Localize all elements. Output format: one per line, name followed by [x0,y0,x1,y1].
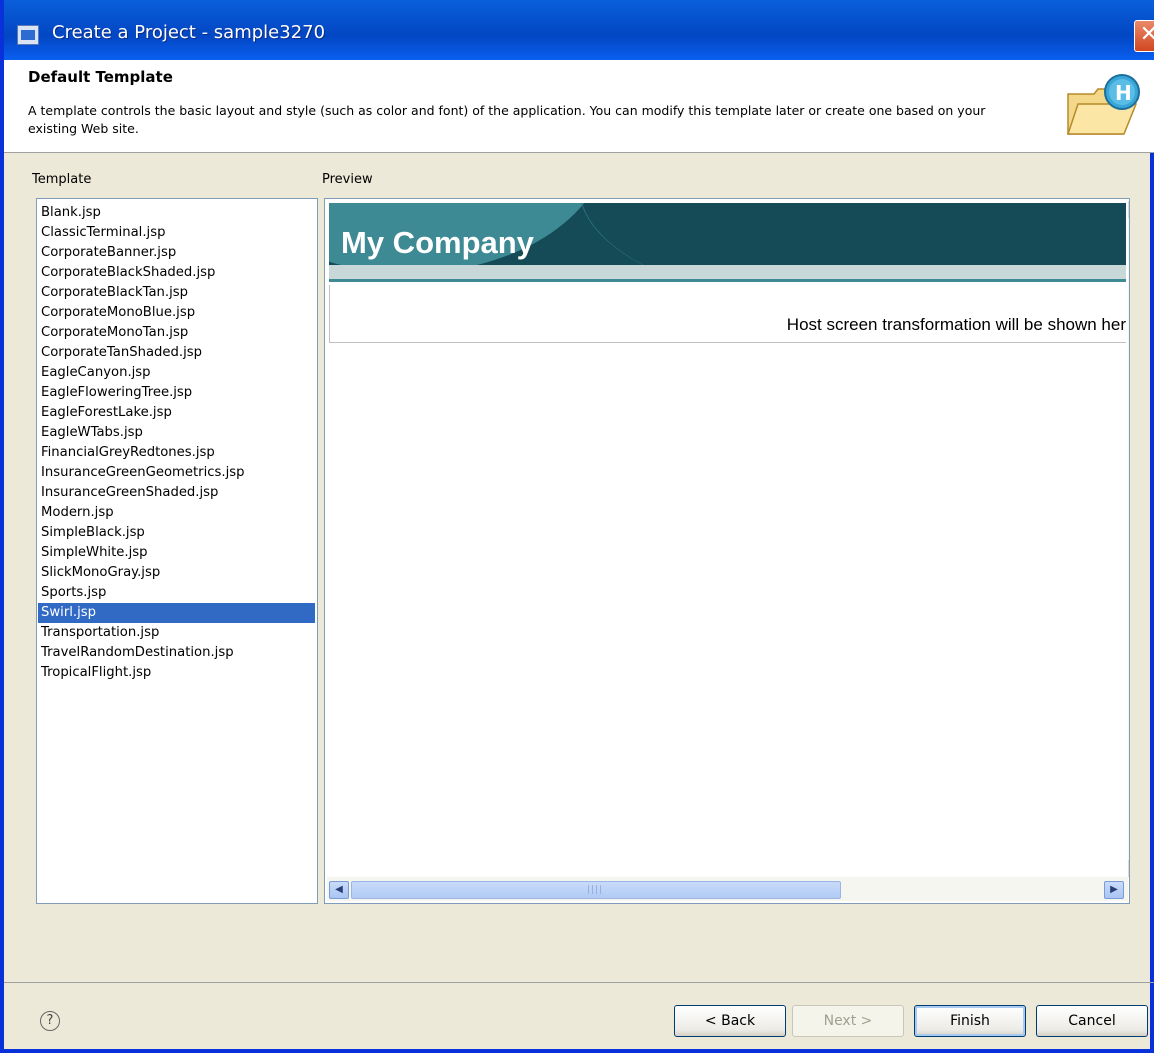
dialog-window: Create a Project - sample3270 ✕ Default … [0,0,1154,1053]
list-item[interactable]: CorporateBlackTan.jsp [38,283,315,303]
list-item[interactable]: ClassicTerminal.jsp [38,223,315,243]
svg-text:H: H [1115,81,1132,105]
scroll-thumb[interactable]: |||| [351,881,841,899]
list-item[interactable]: TravelRandomDestination.jsp [38,643,315,663]
preview-band [329,265,1126,282]
list-item[interactable]: EagleFloweringTree.jsp [38,383,315,403]
list-item[interactable]: SlickMonoGray.jsp [38,563,315,583]
list-item[interactable]: SimpleWhite.jsp [38,543,315,563]
scroll-up-icon[interactable]: ▲ [1128,201,1129,218]
list-item[interactable]: EagleCanyon.jsp [38,363,315,383]
help-icon[interactable]: ? [40,1011,60,1031]
cancel-button[interactable]: Cancel [1036,1005,1148,1037]
scroll-down-icon[interactable]: ▼ [1128,860,1129,877]
page-description: A template controls the basic layout and… [28,103,986,136]
list-item-selected[interactable]: Swirl.jsp [38,603,315,623]
list-item[interactable]: Blank.jsp [38,203,315,223]
next-button[interactable]: Next > [792,1005,904,1037]
wizard-banner: Default Template A template controls the… [4,60,1154,153]
host-folder-icon: H [1066,74,1140,135]
template-list[interactable]: Blank.jsp ClassicTerminal.jsp CorporateB… [36,198,318,904]
title-bar[interactable]: Create a Project - sample3270 ✕ [4,0,1154,60]
vertical-scrollbar[interactable]: ▲ ▼ [1128,201,1129,877]
list-item[interactable]: Transportation.jsp [38,623,315,643]
back-button[interactable]: < Back [674,1005,786,1037]
list-item[interactable]: Sports.jsp [38,583,315,603]
list-item[interactable]: CorporateMonoBlue.jsp [38,303,315,323]
close-button[interactable]: ✕ [1134,20,1154,52]
preview-placeholder-text: Host screen transformation will be shown… [786,315,1126,334]
list-item[interactable]: InsuranceGreenShaded.jsp [38,483,315,503]
list-item[interactable]: EagleWTabs.jsp [38,423,315,443]
app-window-icon [17,25,39,45]
template-label: Template [32,172,92,187]
list-item[interactable]: CorporateTanShaded.jsp [38,343,315,363]
list-item[interactable]: EagleForestLake.jsp [38,403,315,423]
list-item[interactable]: CorporateBanner.jsp [38,243,315,263]
list-item[interactable]: FinancialGreyRedtones.jsp [38,443,315,463]
finish-button[interactable]: Finish [914,1005,1026,1037]
preview-header: My Company [329,203,1126,265]
scroll-right-icon[interactable]: ▶ [1104,881,1124,899]
horizontal-scrollbar[interactable]: ◀ |||| ▶ [327,877,1128,901]
list-item[interactable]: InsuranceGreenGeometrics.jsp [38,463,315,483]
footer-divider [4,982,1154,983]
preview-company-name: My Company [341,225,534,260]
page-title: Default Template [28,68,173,86]
list-item[interactable]: CorporateMonoTan.jsp [38,323,315,343]
scroll-left-icon[interactable]: ◀ [329,881,349,899]
list-item[interactable]: SimpleBlack.jsp [38,523,315,543]
list-item[interactable]: CorporateBlackShaded.jsp [38,263,315,283]
preview-pane: My Company Host screen transformation wi… [324,198,1130,904]
grip-icon: |||| [587,885,604,895]
list-item[interactable]: Modern.jsp [38,503,315,523]
window-title: Create a Project - sample3270 [52,22,326,43]
preview-label: Preview [322,172,373,187]
swirl-line-decoration [579,203,1126,265]
list-item[interactable]: TropicalFlight.jsp [38,663,315,683]
preview-content: Host screen transformation will be shown… [329,285,1126,343]
